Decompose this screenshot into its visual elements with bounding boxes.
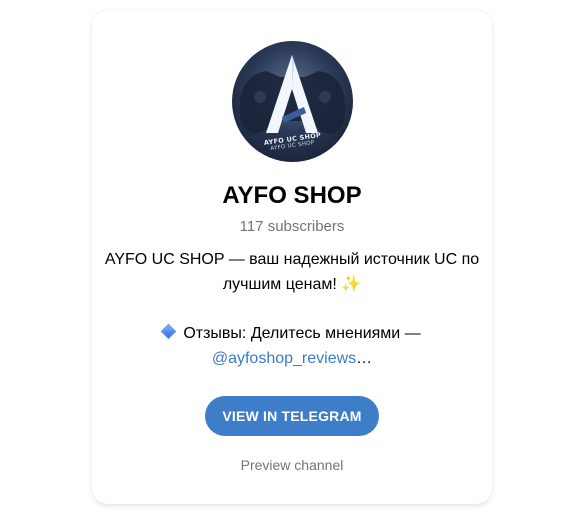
channel-card: AYFO UC SHOP AYFO UC SHOP AYFO SHOP 117 … [92, 10, 492, 504]
subscriber-count: 117 subscribers [239, 218, 345, 235]
reviews-line: Отзывы: Делитесь мнениями — [104, 321, 480, 346]
description-line-2: лучшим ценам! ✨ [222, 276, 362, 293]
description-line-1: AYFO UC SHOP — ваш надежный источник UC … [104, 251, 480, 268]
reviews-link[interactable]: @ayfoshop_reviews [212, 350, 356, 367]
reviews-link-line: @ayfoshop_reviews… [104, 346, 480, 371]
reviews-text: Отзывы: Делитесь мнениями — [183, 325, 421, 342]
blue-diamond-icon [161, 323, 177, 340]
view-in-telegram-button[interactable]: VIEW IN TELEGRAM [205, 396, 379, 436]
channel-title: AYFO SHOP [222, 182, 362, 209]
ellipsis: … [356, 350, 373, 367]
preview-channel-link[interactable]: Preview channel [92, 456, 492, 474]
channel-avatar: AYFO UC SHOP AYFO UC SHOP [232, 41, 353, 162]
channel-description: AYFO UC SHOP — ваш надежный источник UC … [104, 247, 480, 371]
